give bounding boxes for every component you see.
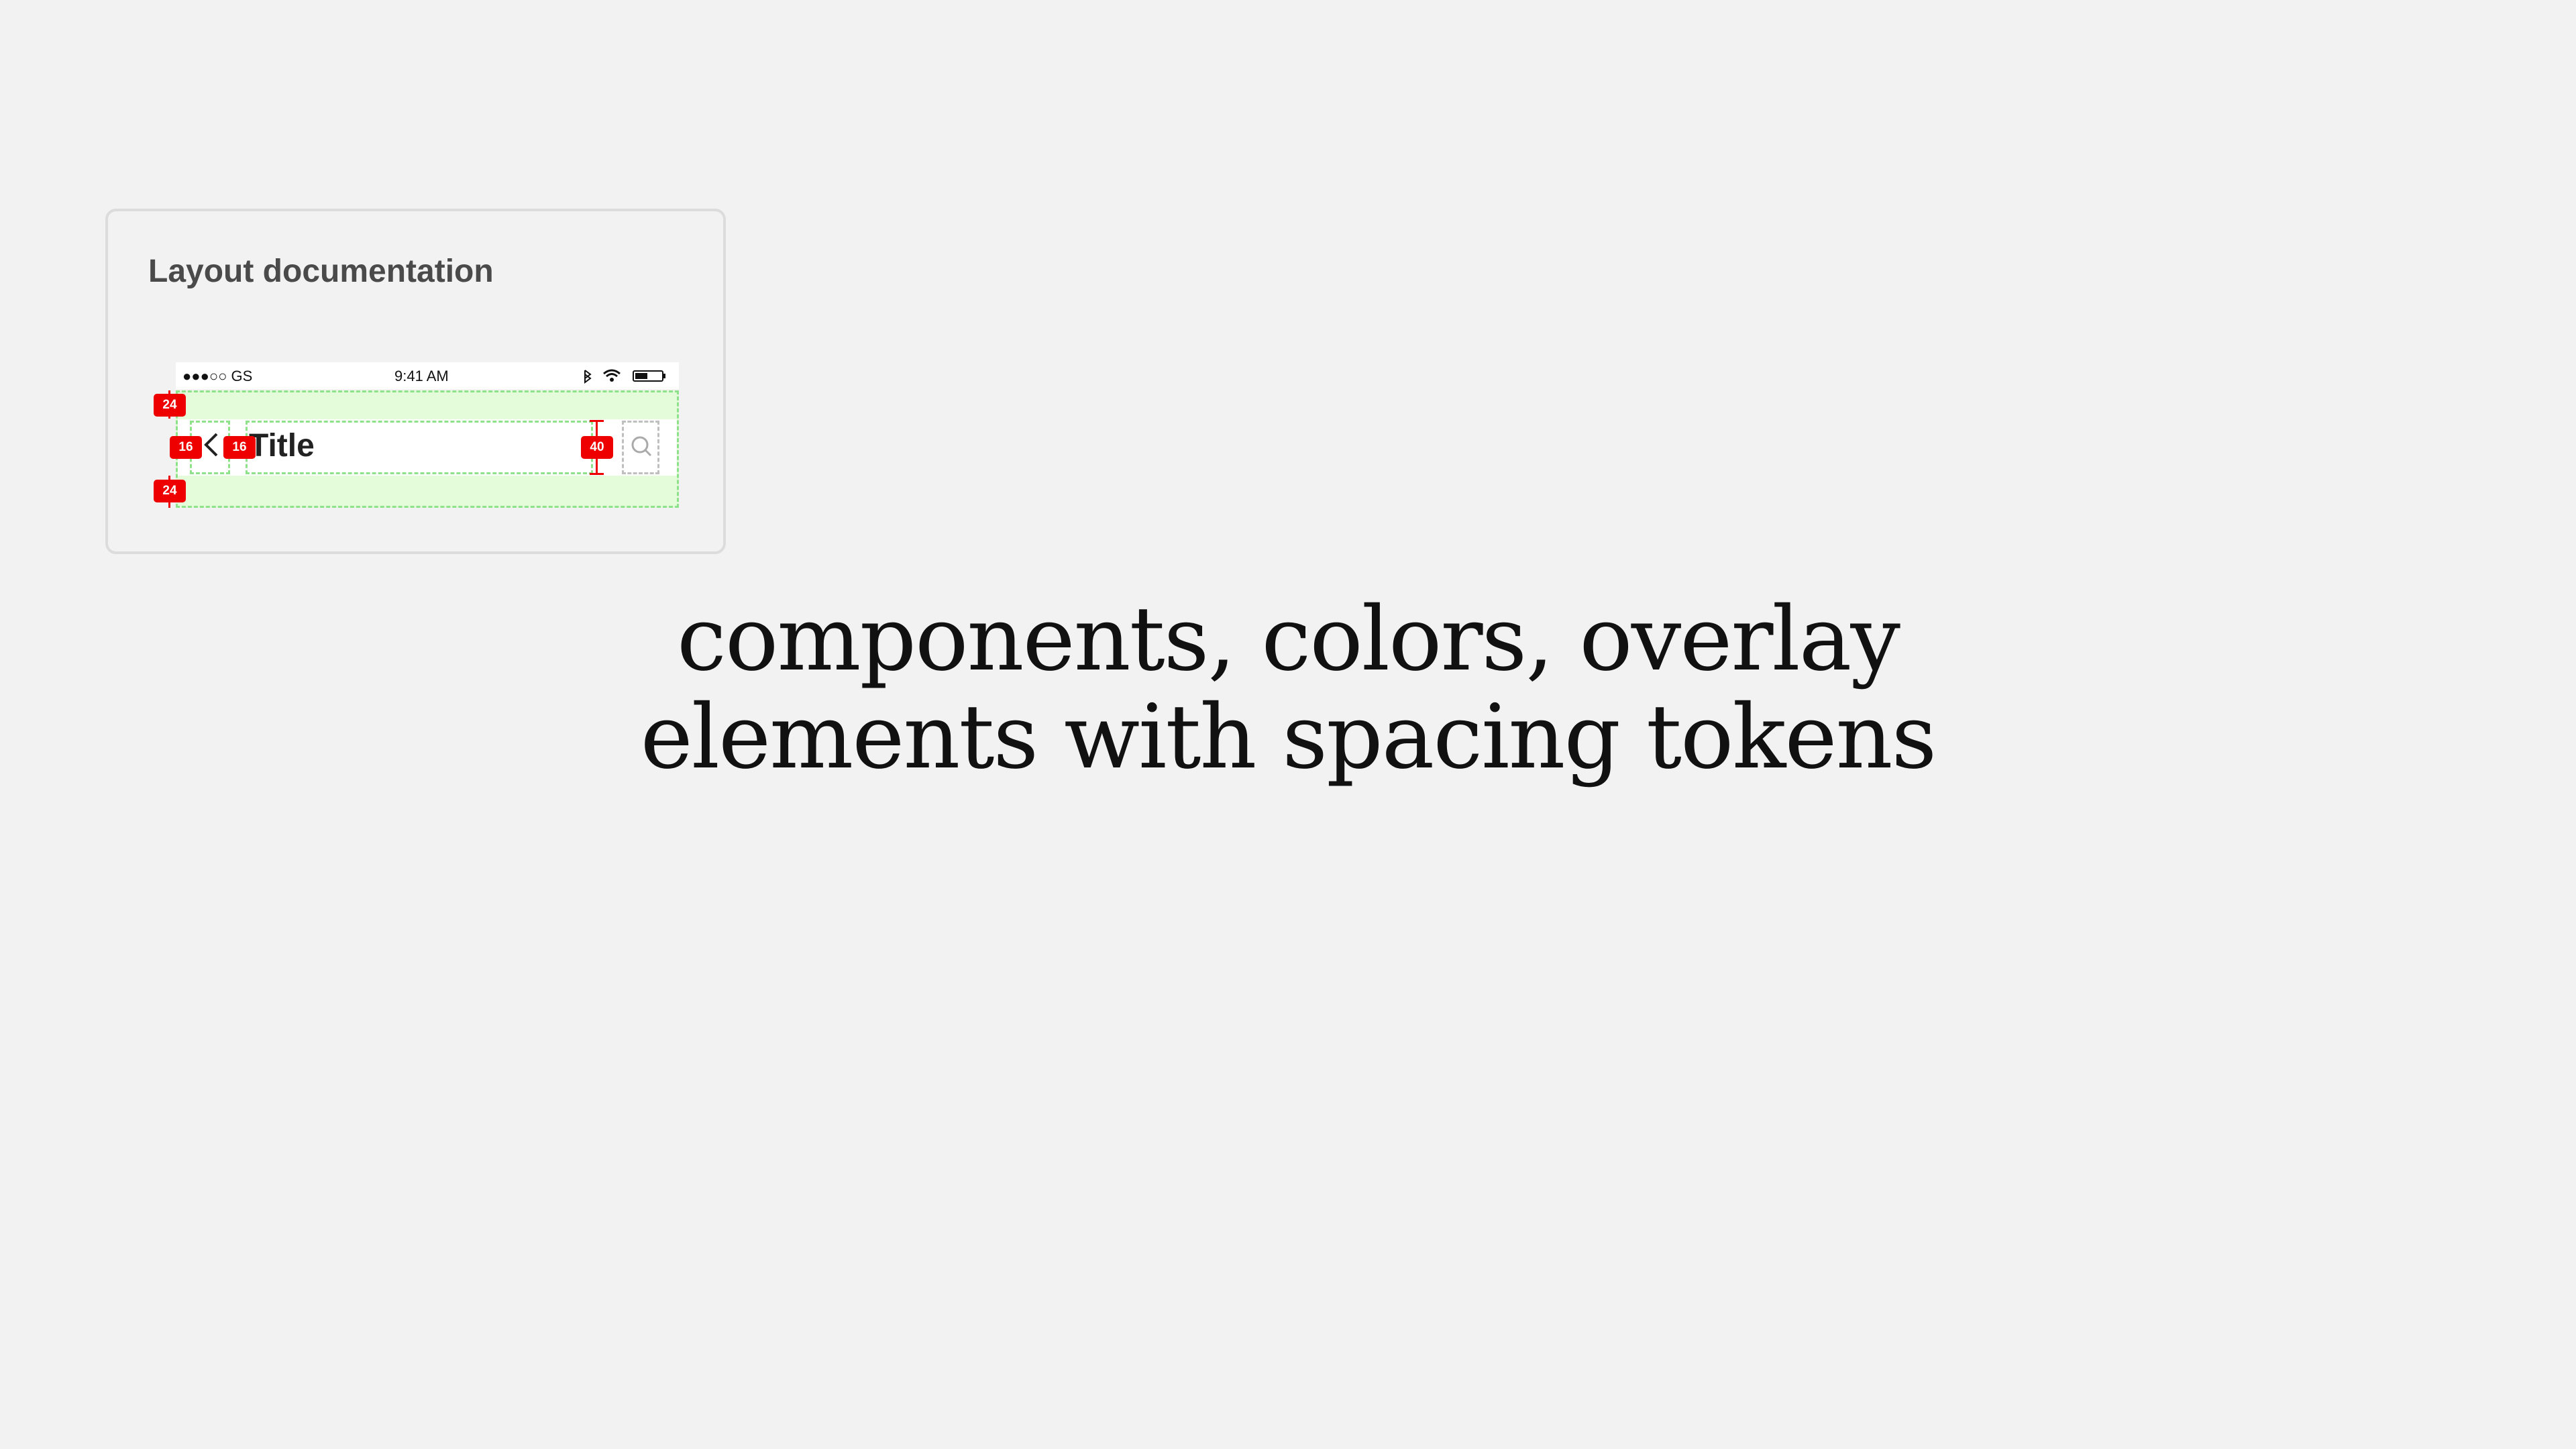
spacing-token-height: 40 — [581, 436, 613, 459]
spacing-token-top: 24 — [154, 394, 186, 417]
headline-line-2: elements with spacing tokens — [640, 686, 1937, 789]
navbar-title: Title — [249, 428, 315, 464]
measure-height-cap-bottom — [590, 473, 604, 475]
status-carrier: ●●●○○ GS — [182, 368, 253, 384]
status-bar: ●●●○○ GS 9:41 AM — [176, 362, 679, 389]
status-icons — [584, 369, 665, 384]
card-title: Layout documentation — [148, 254, 494, 289]
layout-documentation-card: Layout documentation ●●●○○ GS 9:41 AM Ti — [105, 209, 726, 554]
spacing-token-left-inner: 16 — [223, 436, 256, 459]
battery-icon — [633, 370, 665, 382]
headline-line-1: components, colors, overlay — [677, 588, 1900, 691]
spacing-token-bottom: 24 — [154, 480, 186, 502]
search-icon[interactable] — [630, 435, 653, 458]
wifi-icon — [603, 369, 621, 382]
spacing-token-left-outer: 16 — [170, 436, 202, 459]
status-time: 9:41 AM — [394, 368, 449, 384]
chevron-left-icon[interactable] — [201, 431, 221, 458]
bluetooth-icon — [584, 370, 592, 384]
measure-height-cap-top — [590, 420, 604, 422]
headline: components, colors, overlay elements wit… — [0, 590, 2576, 786]
